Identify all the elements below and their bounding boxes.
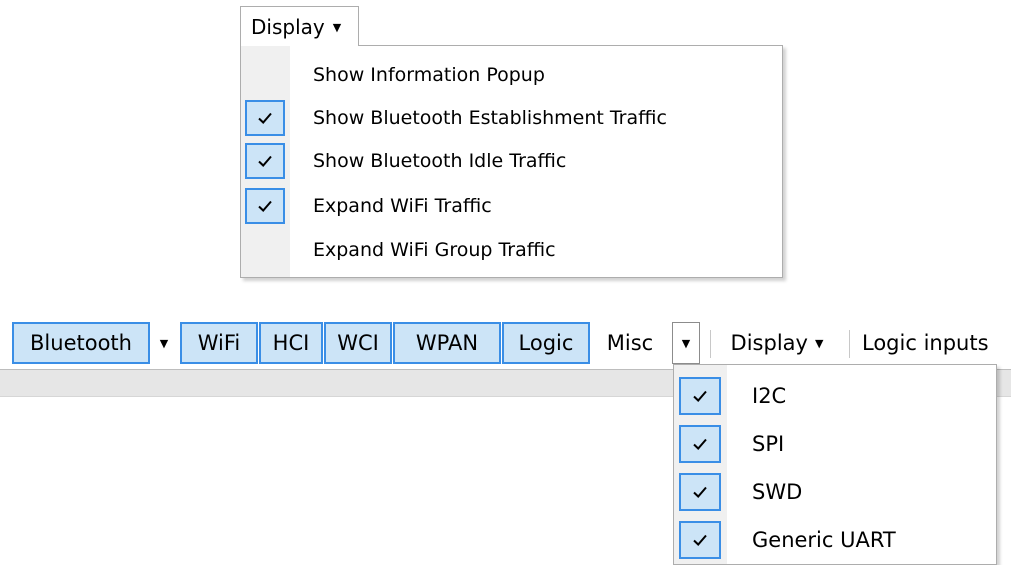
wpan-label: WPAN — [415, 331, 479, 355]
menu-item-generic-uart[interactable]: Generic UART — [674, 515, 996, 565]
chevron-down-icon: ▼ — [332, 21, 342, 34]
wifi-label: WiFi — [197, 331, 241, 355]
display-label: Display — [730, 331, 808, 355]
display-toolbar-button[interactable]: Display ▼ — [718, 322, 836, 364]
checkmark-icon — [679, 377, 721, 415]
menu-item-label: Generic UART — [752, 528, 896, 552]
bluetooth-toggle-button[interactable]: Bluetooth — [12, 322, 150, 364]
hci-label: HCI — [272, 331, 310, 355]
toolbar-separator — [849, 330, 850, 358]
logic-inputs-label: Logic inputs — [862, 331, 989, 355]
misc-label: Misc — [606, 331, 654, 355]
chevron-down-icon: ▼ — [159, 336, 169, 350]
logic-toggle-button[interactable]: Logic — [502, 322, 590, 364]
display-menu-button[interactable]: Display ▼ — [240, 6, 359, 46]
hci-toggle-button[interactable]: HCI — [259, 322, 323, 364]
checkmark-icon — [245, 143, 285, 179]
menu-item-label: I2C — [752, 384, 787, 408]
menu-item-expand-wifi-traffic[interactable]: Expand WiFi Traffic — [241, 184, 782, 228]
bluetooth-label: Bluetooth — [30, 331, 132, 355]
chevron-down-icon: ▼ — [814, 336, 824, 350]
misc-dropdown-menu: I2C SPI SWD Generic UART — [673, 364, 997, 565]
toolbar: Bluetooth ▼ WiFi HCI WCI WPAN Logic Misc… — [0, 314, 1011, 370]
chevron-down-icon: ▼ — [681, 336, 691, 350]
toolbar-separator — [710, 330, 711, 358]
menu-item-show-bluetooth-establishment-traffic[interactable]: Show Bluetooth Establishment Traffic — [241, 96, 782, 140]
menu-item-spi[interactable]: SPI — [674, 419, 996, 469]
logic-label: Logic — [518, 331, 574, 355]
menu-item-label: Show Bluetooth Establishment Traffic — [313, 107, 667, 129]
wifi-toggle-button[interactable]: WiFi — [180, 322, 258, 364]
menu-item-i2c[interactable]: I2C — [674, 371, 996, 421]
wpan-toggle-button[interactable]: WPAN — [393, 322, 501, 364]
misc-dropdown-button[interactable]: ▼ — [672, 322, 700, 364]
menu-item-swd[interactable]: SWD — [674, 467, 996, 517]
menu-item-expand-wifi-group-traffic[interactable]: Expand WiFi Group Traffic — [241, 228, 782, 272]
menu-item-show-bluetooth-idle-traffic[interactable]: Show Bluetooth Idle Traffic — [241, 139, 782, 183]
display-menu-button-label: Display — [251, 14, 325, 39]
checkmark-icon — [679, 473, 721, 511]
checkmark-icon — [245, 100, 285, 136]
menu-item-label: SWD — [752, 480, 803, 504]
checkmark-icon — [679, 521, 721, 559]
checkmark-icon — [679, 425, 721, 463]
menu-item-show-information-popup[interactable]: Show Information Popup — [241, 53, 782, 97]
menu-item-label: Expand WiFi Group Traffic — [313, 239, 556, 261]
wci-toggle-button[interactable]: WCI — [324, 322, 392, 364]
display-dropdown-menu: Show Information Popup Show Bluetooth Es… — [240, 45, 783, 278]
bluetooth-dropdown-button[interactable]: ▼ — [150, 322, 178, 364]
menu-item-label: Expand WiFi Traffic — [313, 195, 492, 217]
checkmark-icon — [245, 188, 285, 224]
wci-label: WCI — [337, 331, 379, 355]
menu-item-label: Show Information Popup — [313, 64, 545, 86]
misc-toggle-button[interactable]: Misc — [592, 322, 668, 364]
logic-inputs-button[interactable]: Logic inputs — [862, 322, 1011, 364]
menu-item-label: Show Bluetooth Idle Traffic — [313, 150, 567, 172]
menu-item-label: SPI — [752, 432, 785, 456]
